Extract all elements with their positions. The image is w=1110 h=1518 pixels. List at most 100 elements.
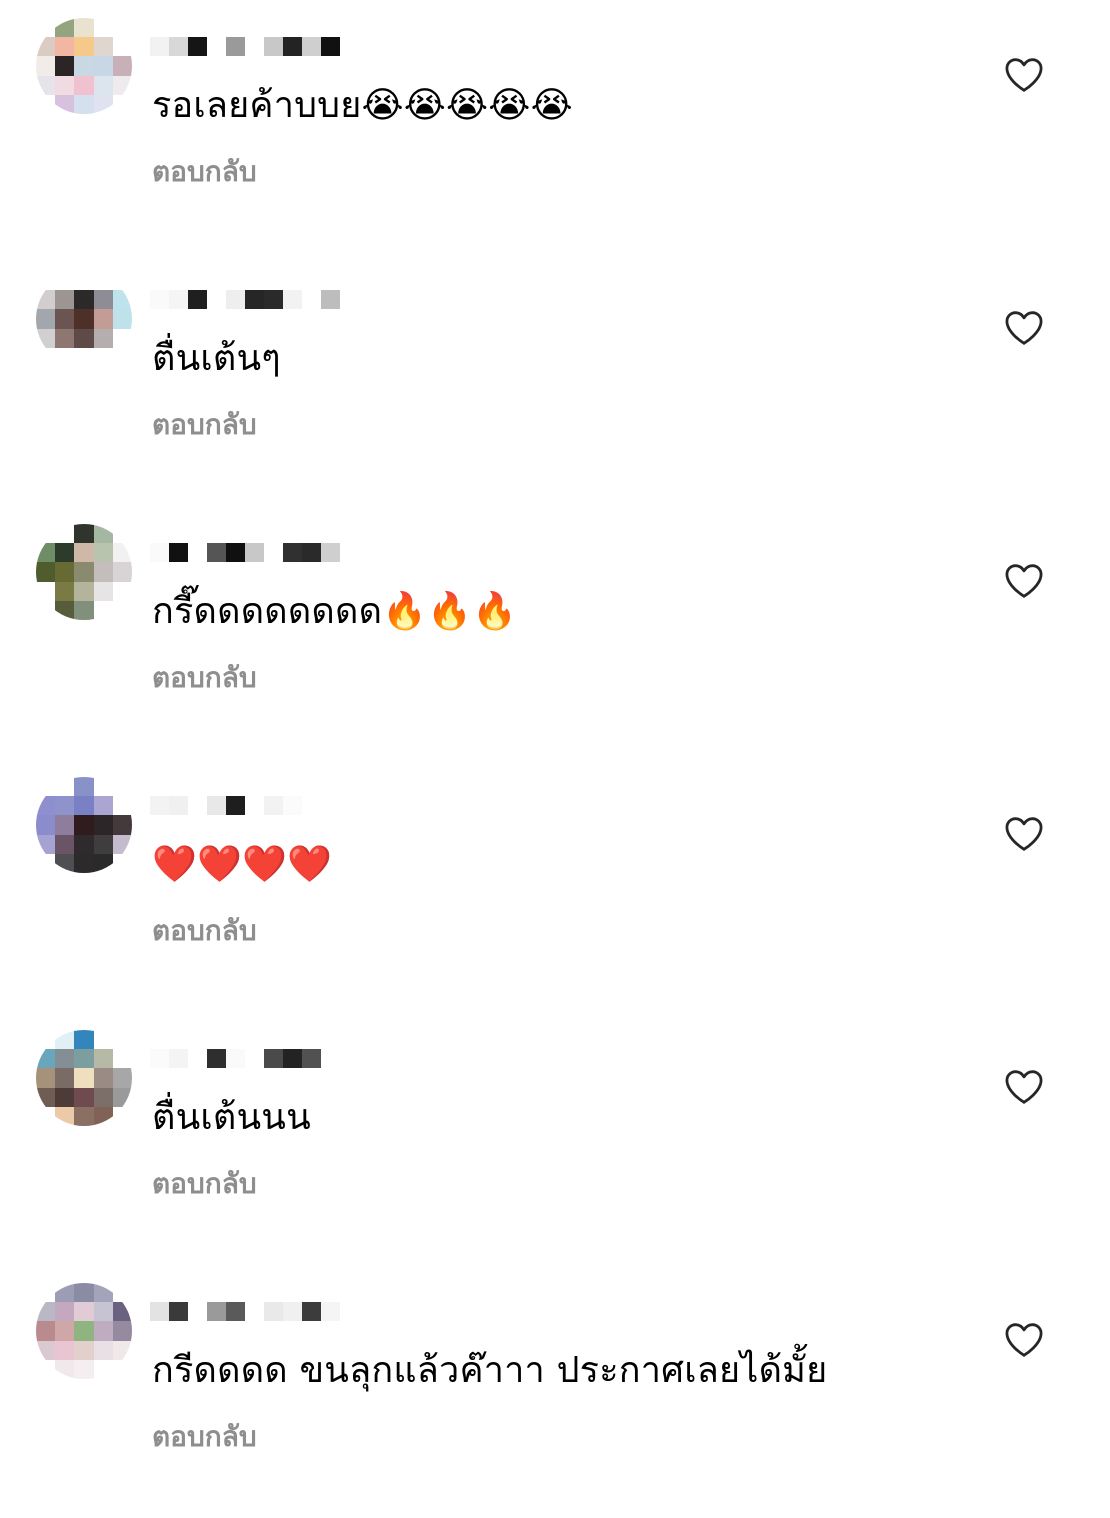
avatar-pixel — [93, 524, 113, 544]
reply-button[interactable]: ตอบกลับ — [152, 1164, 257, 1204]
avatar-pixel — [74, 1049, 94, 1069]
username-pixel — [207, 796, 226, 815]
username-pixel — [169, 37, 188, 56]
username-pixel — [226, 1302, 245, 1321]
avatar-pixel — [93, 600, 113, 620]
username-redacted[interactable] — [150, 1302, 390, 1324]
avatar-pixel — [36, 1359, 56, 1379]
username-pixel — [188, 1302, 207, 1321]
avatar-pixel — [55, 1321, 75, 1341]
avatar-pixel — [36, 75, 56, 95]
avatar-pixel — [36, 1302, 56, 1322]
avatar-pixel — [55, 75, 75, 95]
username-redacted[interactable] — [150, 796, 390, 818]
username-pixel — [188, 796, 207, 815]
avatar-pixel — [55, 18, 75, 38]
avatar-pixel — [36, 309, 56, 329]
avatar-pixel — [93, 1068, 113, 1088]
avatar-pixel — [112, 1302, 132, 1322]
avatar-pixel — [112, 581, 132, 601]
comment-item: รอเลยค้าบบย😭😭😭😭😭 ตอบกลับ — [0, 0, 1110, 253]
avatar-pixel — [74, 796, 94, 816]
avatar-pixel — [55, 1106, 75, 1126]
avatar[interactable] — [36, 271, 132, 367]
username-pixel — [302, 796, 321, 815]
avatar-pixel — [112, 56, 132, 76]
avatar-pixel — [93, 1087, 113, 1107]
username-pixel — [169, 1302, 188, 1321]
avatar-pixel — [74, 37, 94, 57]
avatar[interactable] — [36, 1283, 132, 1379]
avatar[interactable] — [36, 524, 132, 620]
like-button[interactable] — [1003, 1066, 1045, 1108]
username-pixel — [283, 543, 302, 562]
comment-text: ตื่นเต้นๆ — [152, 338, 281, 379]
avatar-pixel — [93, 1283, 113, 1303]
avatar-pixel — [36, 834, 56, 854]
avatar-pixel — [55, 1283, 75, 1303]
avatar-pixelated-image — [36, 271, 132, 367]
avatar-pixel — [74, 562, 94, 582]
comment-text: ตื่นเต้นนน — [152, 1097, 311, 1138]
like-button[interactable] — [1003, 813, 1045, 855]
avatar-pixel — [55, 347, 75, 367]
avatar-pixel — [112, 600, 132, 620]
avatar-pixel — [55, 543, 75, 563]
reply-button[interactable]: ตอบกลับ — [152, 658, 257, 698]
username-redacted[interactable] — [150, 1049, 390, 1071]
avatar-pixel — [112, 562, 132, 582]
username-redacted[interactable] — [150, 543, 390, 565]
username-pixel — [207, 1302, 226, 1321]
reply-button[interactable]: ตอบกลับ — [152, 405, 257, 445]
avatar-pixel — [112, 853, 132, 873]
avatar-pixel — [93, 94, 113, 114]
avatar[interactable] — [36, 777, 132, 873]
like-button[interactable] — [1003, 307, 1045, 349]
avatar-pixel — [74, 309, 94, 329]
username-pixel — [169, 543, 188, 562]
reply-button[interactable]: ตอบกลับ — [152, 152, 257, 192]
username-pixel — [264, 290, 283, 309]
reply-button[interactable]: ตอบกลับ — [152, 911, 257, 951]
username-pixel — [245, 37, 264, 56]
username-pixel — [302, 1049, 321, 1068]
like-button[interactable] — [1003, 560, 1045, 602]
avatar-pixel — [93, 56, 113, 76]
avatar-pixel — [55, 328, 75, 348]
avatar-pixelated-image — [36, 777, 132, 873]
avatar-pixel — [55, 581, 75, 601]
username-pixel — [264, 796, 283, 815]
username-pixel — [283, 796, 302, 815]
username-pixel — [264, 37, 283, 56]
avatar-pixel — [74, 1087, 94, 1107]
heart-outline-icon — [1005, 1070, 1043, 1104]
avatar[interactable] — [36, 18, 132, 114]
username-redacted[interactable] — [150, 290, 390, 312]
reply-button[interactable]: ตอบกลับ — [152, 1417, 257, 1457]
username-pixel — [245, 1049, 264, 1068]
avatar-pixel — [36, 815, 56, 835]
username-pixel — [188, 290, 207, 309]
comment-item: ตื่นเต้นนน ตอบกลับ — [0, 1012, 1110, 1265]
username-pixel — [245, 1302, 264, 1321]
comment-item: กรี๊ดดดดดดดด🔥🔥🔥 ตอบกลับ — [0, 506, 1110, 759]
avatar-pixel — [55, 853, 75, 873]
avatar-pixel — [112, 1087, 132, 1107]
username-pixel — [264, 1049, 283, 1068]
username-pixel — [207, 37, 226, 56]
avatar-pixel — [93, 581, 113, 601]
avatar-pixel — [74, 524, 94, 544]
avatar-pixel — [36, 290, 56, 310]
avatar[interactable] — [36, 1030, 132, 1126]
like-button[interactable] — [1003, 54, 1045, 96]
username-redacted[interactable] — [150, 37, 390, 59]
like-button[interactable] — [1003, 1319, 1045, 1361]
avatar-pixel — [74, 347, 94, 367]
avatar-pixel — [112, 834, 132, 854]
username-pixel — [226, 796, 245, 815]
avatar-pixel — [93, 75, 113, 95]
avatar-pixel — [112, 777, 132, 797]
comment-text: ❤️❤️❤️❤️ — [152, 844, 333, 885]
avatar-pixel — [55, 37, 75, 57]
avatar-pixel — [74, 1283, 94, 1303]
